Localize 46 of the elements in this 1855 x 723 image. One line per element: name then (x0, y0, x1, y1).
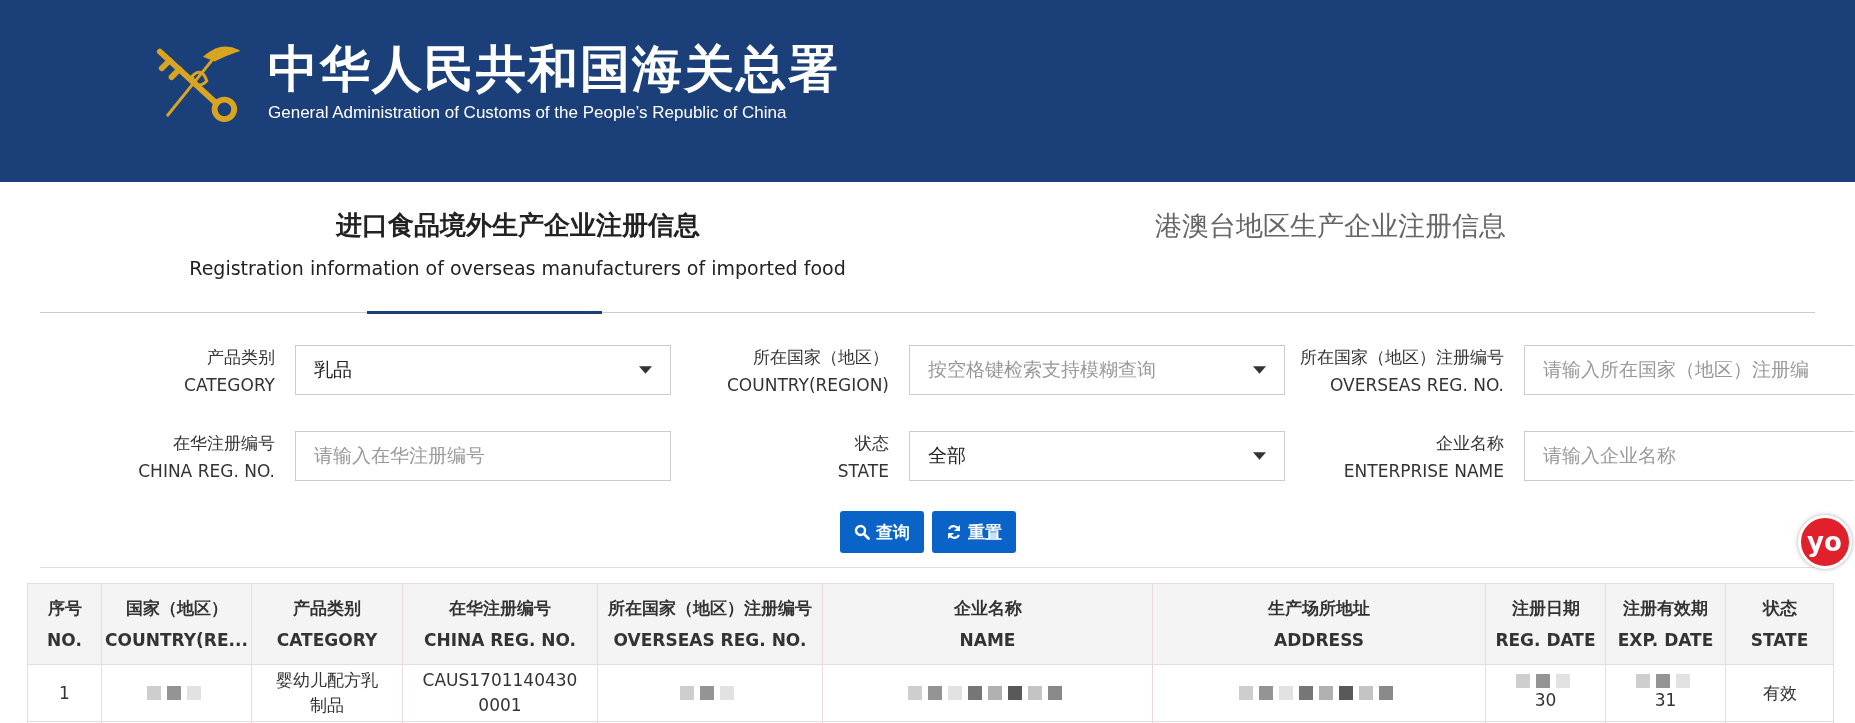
input-field[interactable]: 请输入所在国家（地区）注册编 (1524, 345, 1854, 395)
column-header: 国家（地区） COUNTRY(RE... (101, 583, 252, 665)
column-header: 生产场所地址 ADDRESS (1152, 583, 1486, 665)
input-field[interactable]: 请输入在华注册编号 (295, 431, 671, 481)
column-header: 序号 NO. (27, 583, 102, 665)
caret-icon (1253, 452, 1266, 460)
field-label: 状态 (855, 432, 889, 455)
search-icon (853, 524, 870, 540)
column-header: 状态 STATE (1725, 583, 1834, 665)
tab[interactable]: 港澳台地区生产企业注册信息 (995, 182, 1815, 312)
field-label: ENTERPRISE NAME (1343, 460, 1504, 483)
field-label: CATEGORY (184, 374, 275, 397)
site-title: 中华人民共和国海关总署 (268, 39, 840, 99)
column-header: 产品类别 CATEGORY (251, 583, 403, 665)
table-cell: CAUS17011404300001 (422, 670, 578, 715)
table-cell: 婴幼儿配方乳制品 (276, 670, 378, 715)
column-header: 在华注册编号 CHINA REG. NO. (402, 583, 598, 665)
field-label: STATE (837, 460, 889, 483)
dropdown-field[interactable]: 全部 (909, 431, 1285, 481)
column-header: 企业名称 NAME (822, 583, 1153, 665)
caret-icon (639, 366, 652, 374)
field-label: 企业名称 (1436, 432, 1504, 455)
input-field[interactable]: 请输入企业名称 (1524, 431, 1854, 481)
column-header: 注册日期 REG. DATE (1485, 583, 1606, 665)
field-label: 在华注册编号 (173, 432, 275, 455)
table-cell: 有效 (1762, 682, 1797, 703)
dropdown-field[interactable]: 按空格键检索支持模糊查询 (909, 345, 1285, 395)
table-cell: 1 (59, 682, 70, 703)
refresh-icon (945, 524, 962, 540)
floating-badge[interactable]: yo (1798, 515, 1852, 569)
field-label: OVERSEAS REG. NO. (1330, 374, 1504, 397)
tab[interactable]: 进口食品境外生产企业注册信息 Registration information of overseas manufacturers of imported food (40, 182, 995, 312)
caret-icon (1253, 366, 1266, 374)
dropdown-field[interactable]: 乳品 (295, 345, 671, 395)
column-header: 注册有效期 EXP. DATE (1605, 583, 1726, 665)
field-label: CHINA REG. NO. (138, 460, 275, 483)
table-cell-text: 30 (1534, 688, 1557, 712)
field-label: COUNTRY(REGION) (727, 374, 889, 397)
field-label: 所在国家（地区） (753, 346, 889, 369)
field-label: 产品类别 (207, 346, 275, 369)
reset-button[interactable]: 重置 (931, 511, 1016, 553)
table-cell-text: 31 (1654, 688, 1677, 712)
search-button[interactable]: 查询 (839, 511, 924, 553)
site-subtitle: General Administration of Customs of the People’s Republic of China (268, 103, 788, 123)
column-header: 所在国家（地区）注册编号 OVERSEAS REG. NO. (597, 583, 823, 665)
field-label: 所在国家（地区）注册编号 (1300, 346, 1504, 369)
